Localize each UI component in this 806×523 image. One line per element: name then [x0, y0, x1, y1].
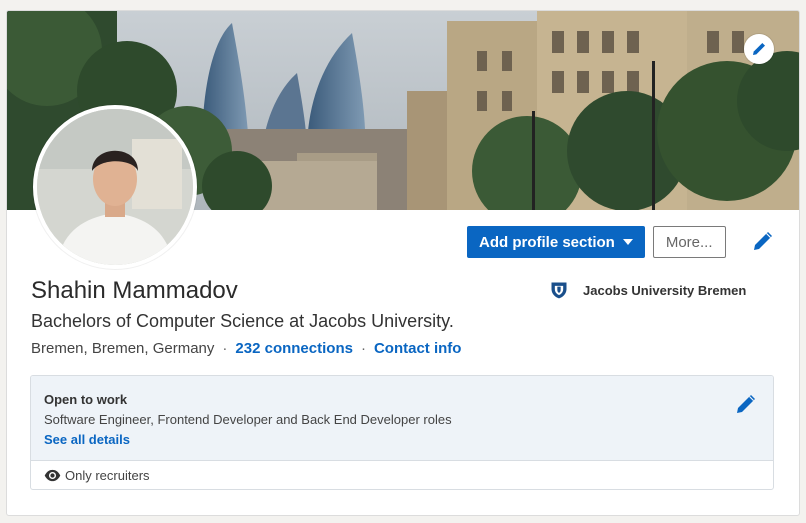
- shield-icon: [551, 282, 567, 299]
- separator: ·: [222, 340, 228, 357]
- profile-photo[interactable]: [33, 105, 197, 269]
- edit-intro-button[interactable]: [751, 229, 775, 253]
- pencil-icon: [753, 43, 765, 55]
- open-to-work-roles: Software Engineer, Frontend Developer an…: [44, 412, 452, 427]
- location: Bremen, Bremen, Germany: [31, 340, 215, 357]
- visibility-label: Only recruiters: [65, 467, 150, 483]
- profile-headline: Bachelors of Computer Science at Jacobs …: [31, 311, 454, 331]
- profile-actions: Add profile section More...: [467, 226, 726, 258]
- edit-open-to-work-button[interactable]: [734, 392, 758, 416]
- visibility-row: Only recruiters: [31, 461, 773, 489]
- pencil-icon: [754, 232, 772, 250]
- open-to-work-panel: Open to work Software Engineer, Frontend…: [31, 376, 773, 461]
- profile-card: Add profile section More... Shahin Mamma…: [6, 10, 800, 516]
- school-name: Jacobs University Bremen: [583, 282, 747, 298]
- pencil-icon: [737, 395, 755, 413]
- location-line: Bremen, Bremen, Germany · 232 connection…: [31, 340, 461, 357]
- profile-name: Shahin Mammadov: [31, 277, 238, 304]
- caret-down-icon: [622, 239, 633, 245]
- connections-link[interactable]: 232 connections: [235, 340, 353, 357]
- edit-cover-button[interactable]: [744, 34, 774, 64]
- see-all-details-link[interactable]: See all details: [44, 432, 130, 447]
- education-item[interactable]: Jacobs University Bremen: [549, 280, 746, 300]
- eye-icon: [44, 469, 61, 481]
- more-button[interactable]: More...: [652, 226, 726, 258]
- open-to-work-card: Open to work Software Engineer, Frontend…: [30, 375, 774, 490]
- add-profile-section-label: Add profile section: [479, 233, 615, 251]
- contact-info-link[interactable]: Contact info: [374, 340, 462, 357]
- separator: ·: [360, 340, 366, 357]
- add-profile-section-button[interactable]: Add profile section: [467, 226, 645, 258]
- more-label: More...: [665, 233, 713, 251]
- open-to-work-title: Open to work: [44, 392, 128, 407]
